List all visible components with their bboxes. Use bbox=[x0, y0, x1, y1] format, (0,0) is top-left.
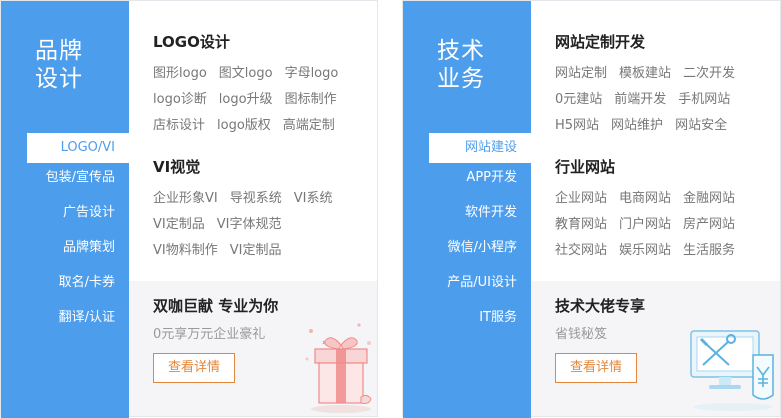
link-item[interactable]: 房产网站 bbox=[683, 213, 735, 232]
link-item[interactable]: 网站维护 bbox=[611, 114, 663, 133]
link-item[interactable]: 店标设计 bbox=[153, 114, 205, 133]
section-title-industry-websites: 行业网站 bbox=[555, 158, 616, 176]
promo-title: 双咖巨献 专业为你 bbox=[153, 297, 279, 315]
link-item[interactable]: logo诊断 bbox=[153, 88, 207, 107]
link-item[interactable]: logo升级 bbox=[219, 88, 273, 107]
tech-services-panel: 技术 业务 网站建设 APP开发 软件开发 微信/小程序 产品/UI设计 IT服… bbox=[402, 0, 781, 418]
brand-menu-item-packaging[interactable]: 包装/宣传品 bbox=[1, 163, 129, 198]
monitor-tools-icon bbox=[690, 330, 774, 411]
tech-sidebar: 技术 业务 网站建设 APP开发 软件开发 微信/小程序 产品/UI设计 IT服… bbox=[403, 1, 531, 418]
link-item[interactable]: VI定制品 bbox=[230, 239, 282, 258]
logo-link-grid: 图形logo 图文logo 字母logo logo诊断 logo升级 图标制作 … bbox=[153, 58, 373, 136]
link-item[interactable]: 字母logo bbox=[285, 62, 339, 81]
tech-sidebar-title: 技术 业务 bbox=[437, 38, 485, 92]
tech-menu-item-it-service[interactable]: IT服务 bbox=[403, 303, 531, 338]
tech-promo: 技术大佬专享 省钱秘笈 查看详情 bbox=[531, 281, 780, 416]
link-item[interactable]: 网站定制 bbox=[555, 62, 607, 81]
gift-box-icon bbox=[305, 323, 372, 413]
view-details-button[interactable]: 查看详情 bbox=[555, 353, 637, 383]
tech-menu-item-app[interactable]: APP开发 bbox=[403, 163, 531, 198]
link-item[interactable]: VI系统 bbox=[294, 187, 333, 206]
link-item[interactable]: 生活服务 bbox=[683, 239, 735, 258]
link-row: H5网站 网站维护 网站安全 bbox=[555, 110, 775, 136]
link-row: VI物料制作 VI定制品 bbox=[153, 235, 373, 261]
link-item[interactable]: VI物料制作 bbox=[153, 239, 218, 258]
website-dev-link-grid: 网站定制 模板建站 二次开发 0元建站 前端开发 手机网站 H5网站 网站维护 … bbox=[555, 58, 775, 136]
link-item[interactable]: VI字体规范 bbox=[217, 213, 282, 232]
promo-subtitle: 省钱秘笈 bbox=[555, 327, 608, 342]
link-item[interactable]: 电商网站 bbox=[619, 187, 671, 206]
link-item[interactable]: 网站安全 bbox=[675, 114, 727, 133]
brand-menu-item-ad-design[interactable]: 广告设计 bbox=[1, 198, 129, 233]
brand-promo: 双咖巨献 专业为你 0元享万元企业豪礼 查看详情 bbox=[129, 281, 377, 416]
link-item[interactable]: H5网站 bbox=[555, 114, 599, 133]
link-item[interactable]: 二次开发 bbox=[683, 62, 735, 81]
industry-link-grid: 企业网站 电商网站 金融网站 教育网站 门户网站 房产网站 社交网站 娱乐网站 … bbox=[555, 183, 775, 261]
link-item[interactable]: 前端开发 bbox=[614, 88, 666, 107]
section-title-website-dev: 网站定制开发 bbox=[555, 33, 646, 51]
link-item[interactable]: 手机网站 bbox=[678, 88, 730, 107]
link-item[interactable]: VI定制品 bbox=[153, 213, 205, 232]
tech-menu: 网站建设 APP开发 软件开发 微信/小程序 产品/UI设计 IT服务 bbox=[403, 133, 531, 338]
link-row: 企业网站 电商网站 金融网站 bbox=[555, 183, 775, 209]
link-row: VI定制品 VI字体规范 bbox=[153, 209, 373, 235]
tech-menu-item-wechat[interactable]: 微信/小程序 bbox=[403, 233, 531, 268]
link-item[interactable]: logo版权 bbox=[217, 114, 271, 133]
brand-menu: LOGO/VI 包装/宣传品 广告设计 品牌策划 取名/卡券 翻译/认证 bbox=[1, 133, 129, 338]
link-row: logo诊断 logo升级 图标制作 bbox=[153, 84, 373, 110]
view-details-button[interactable]: 查看详情 bbox=[153, 353, 235, 383]
vi-link-grid: 企业形象VI 导视系统 VI系统 VI定制品 VI字体规范 VI物料制作 VI定… bbox=[153, 183, 373, 261]
tech-menu-item-ui-design[interactable]: 产品/UI设计 bbox=[403, 268, 531, 303]
brand-design-panel: 品牌 设计 LOGO/VI 包装/宣传品 广告设计 品牌策划 取名/卡券 翻译/… bbox=[0, 0, 378, 418]
section-title-logo: LOGO设计 bbox=[153, 33, 230, 51]
link-row: 企业形象VI 导视系统 VI系统 bbox=[153, 183, 373, 209]
tech-menu-item-software[interactable]: 软件开发 bbox=[403, 198, 531, 233]
link-item[interactable]: 模板建站 bbox=[619, 62, 671, 81]
brand-menu-item-brand-planning[interactable]: 品牌策划 bbox=[1, 233, 129, 268]
link-item[interactable]: 图文logo bbox=[219, 62, 273, 81]
link-item[interactable]: 高端定制 bbox=[283, 114, 335, 133]
section-title-vi: VI视觉 bbox=[153, 158, 201, 176]
link-item[interactable]: 图形logo bbox=[153, 62, 207, 81]
link-row: 0元建站 前端开发 手机网站 bbox=[555, 84, 775, 110]
promo-subtitle: 0元享万元企业豪礼 bbox=[153, 327, 266, 342]
link-row: 教育网站 门户网站 房产网站 bbox=[555, 209, 775, 235]
brand-menu-item-logo-vi[interactable]: LOGO/VI bbox=[27, 133, 129, 163]
brand-menu-item-naming[interactable]: 取名/卡券 bbox=[1, 268, 129, 303]
promo-title: 技术大佬专享 bbox=[555, 297, 646, 315]
brand-sidebar-title: 品牌 设计 bbox=[35, 38, 83, 92]
link-item[interactable]: 金融网站 bbox=[683, 187, 735, 206]
link-item[interactable]: 娱乐网站 bbox=[619, 239, 671, 258]
link-row: 社交网站 娱乐网站 生活服务 bbox=[555, 235, 775, 261]
link-item[interactable]: 门户网站 bbox=[619, 213, 671, 232]
link-item[interactable]: 企业形象VI bbox=[153, 187, 218, 206]
link-row: 网站定制 模板建站 二次开发 bbox=[555, 58, 775, 84]
brand-menu-item-translation[interactable]: 翻译/认证 bbox=[1, 303, 129, 338]
link-row: 图形logo 图文logo 字母logo bbox=[153, 58, 373, 84]
link-item[interactable]: 企业网站 bbox=[555, 187, 607, 206]
tech-menu-item-website[interactable]: 网站建设 bbox=[429, 133, 531, 163]
link-item[interactable]: 社交网站 bbox=[555, 239, 607, 258]
link-item[interactable]: 教育网站 bbox=[555, 213, 607, 232]
link-item[interactable]: 图标制作 bbox=[285, 88, 337, 107]
link-item[interactable]: 导视系统 bbox=[230, 187, 282, 206]
link-item[interactable]: 0元建站 bbox=[555, 88, 602, 107]
link-row: 店标设计 logo版权 高端定制 bbox=[153, 110, 373, 136]
brand-sidebar: 品牌 设计 LOGO/VI 包装/宣传品 广告设计 品牌策划 取名/卡券 翻译/… bbox=[1, 1, 129, 418]
